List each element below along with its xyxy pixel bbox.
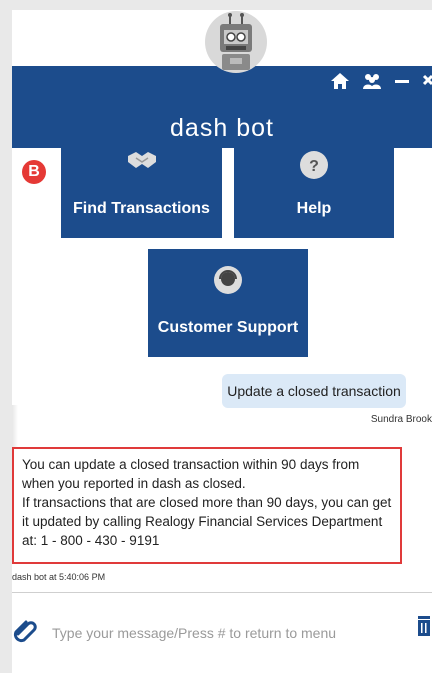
bot-message-line: If transactions that are closed more tha… — [22, 495, 392, 548]
bot-message-line: You can update a closed transaction with… — [22, 457, 360, 491]
message-input[interactable] — [50, 624, 384, 642]
customer-support-button[interactable]: Customer Support — [148, 249, 308, 357]
question-icon: ? — [299, 150, 329, 185]
help-label: Help — [296, 200, 332, 217]
users-icon[interactable] — [362, 72, 382, 95]
find-transactions-label: Find Transactions — [73, 200, 210, 217]
help-button[interactable]: ? Help — [234, 146, 394, 238]
bot-timestamp: dash bot at 5:40:06 PM — [12, 572, 106, 582]
bot-message: You can update a closed transaction with… — [12, 447, 402, 564]
header-actions — [330, 72, 432, 95]
handshake-icon — [126, 150, 158, 175]
home-icon[interactable] — [330, 72, 350, 95]
step-badge: B — [22, 160, 46, 184]
svg-text:?: ? — [309, 158, 319, 175]
find-transactions-button[interactable]: Find Transactions — [61, 146, 222, 238]
bot-avatar — [204, 10, 268, 90]
minimize-icon[interactable] — [394, 72, 410, 95]
attachment-icon[interactable] — [12, 616, 40, 649]
composer-divider — [12, 592, 432, 593]
trash-icon[interactable] — [416, 614, 432, 643]
user-message: Update a closed transaction — [222, 374, 406, 408]
chat-title: dash bot — [170, 114, 274, 142]
user-name: Sundra Brook — [370, 414, 432, 425]
chat-panel: dash bot B Find Transactions ? Help Cust… — [12, 10, 432, 673]
customer-support-label: Customer Support — [157, 319, 299, 336]
composer — [12, 610, 432, 660]
close-icon[interactable] — [422, 72, 432, 95]
headset-icon — [213, 265, 243, 300]
